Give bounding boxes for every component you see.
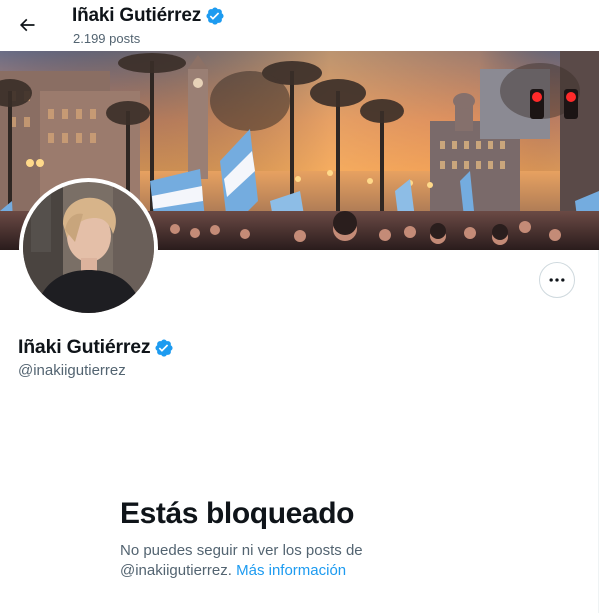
top-bar: Iñaki Gutiérrez 2.199 posts — [0, 0, 599, 51]
blocked-title: Estás bloqueado — [120, 497, 355, 530]
blocked-message-text: No puedes seguir ni ver los posts de — [120, 542, 363, 559]
more-button[interactable] — [539, 262, 575, 298]
avatar-image — [23, 182, 154, 313]
blocked-message: No puedes seguir ni ver los posts de @in… — [120, 541, 420, 581]
verified-badge-icon — [206, 7, 224, 25]
verified-badge-icon — [155, 338, 174, 357]
header-title-row: Iñaki Gutiérrez — [72, 5, 225, 27]
avatar[interactable] — [19, 178, 158, 317]
header-title: Iñaki Gutiérrez — [72, 5, 201, 26]
avatar-photo — [23, 182, 154, 313]
profile-name: Iñaki Gutiérrez — [18, 336, 151, 358]
arrow-left-icon — [19, 18, 35, 32]
blocked-handle: @inakiigutierrez. — [120, 562, 232, 579]
more-horizontal-icon — [549, 278, 565, 282]
profile-page: Iñaki Gutiérrez 2.199 posts Iñaki Gutiér… — [0, 0, 599, 613]
back-button[interactable] — [9, 7, 45, 43]
more-info-link[interactable]: Más información — [236, 562, 346, 579]
profile-name-row: Iñaki Gutiérrez — [18, 336, 174, 359]
header-posts-count: 2.199 posts — [73, 31, 141, 46]
profile-handle: @inakiigutierrez — [18, 362, 126, 379]
